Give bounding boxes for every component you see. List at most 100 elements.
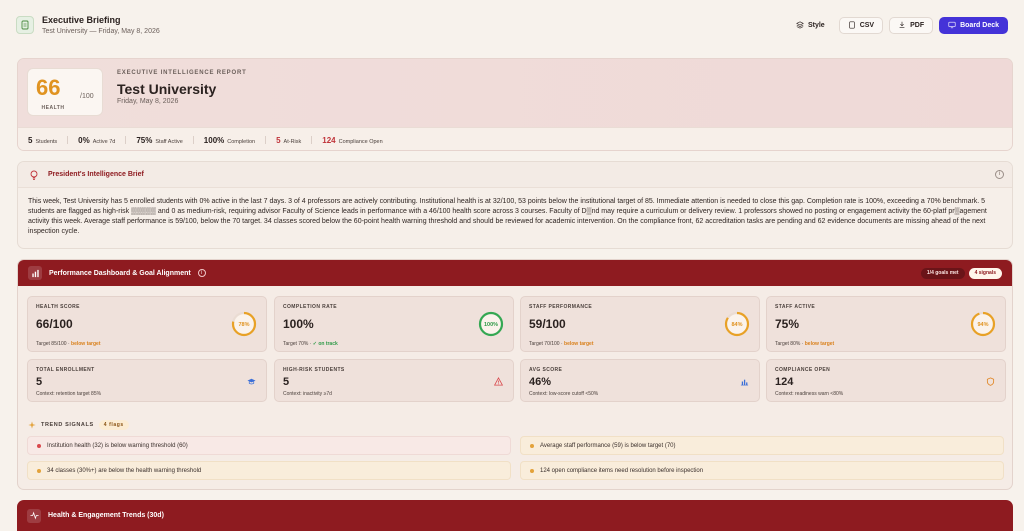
divider bbox=[265, 136, 267, 144]
trend-signals-heading: TREND SIGNALS 4 flags bbox=[28, 420, 129, 430]
style-button[interactable]: Style bbox=[788, 17, 833, 34]
stat-label: Staff Active bbox=[155, 138, 183, 145]
signal-text: 124 open compliance items need resolutio… bbox=[540, 467, 704, 474]
warning-icon bbox=[494, 377, 503, 386]
kpi-label: COMPLIANCE OPEN bbox=[775, 367, 831, 373]
progress-ring: 94% bbox=[970, 311, 996, 337]
presidents-brief-card: President's Intelligence Brief i This we… bbox=[17, 161, 1013, 249]
app-subtitle: Test University — Friday, May 8, 2026 bbox=[42, 28, 160, 35]
stat-at-risk: 5 At-Risk bbox=[276, 136, 301, 145]
executive-report-card: 66 /100 HEALTH EXECUTIVE INTELLIGENCE RE… bbox=[17, 58, 1013, 151]
shield-icon bbox=[986, 377, 995, 386]
health-score-label: HEALTH bbox=[41, 105, 65, 111]
performance-dashboard: Performance Dashboard & Goal Alignment i… bbox=[17, 259, 1013, 490]
kpi-label: STAFF PERFORMANCE bbox=[529, 304, 593, 310]
style-button-label: Style bbox=[807, 21, 825, 29]
kpi-target-status: ✓ on track bbox=[312, 341, 338, 347]
flags-badge: 4 flags bbox=[98, 420, 129, 430]
kpi-target-text: Target 80% · bbox=[775, 341, 805, 347]
report-title: Test University bbox=[117, 81, 217, 97]
stat-label: Active 7d bbox=[92, 138, 116, 145]
stat-active: 0% Active 7d bbox=[78, 136, 115, 145]
trend-signals-label: TREND SIGNALS bbox=[41, 422, 94, 428]
stat-label: Completion bbox=[227, 138, 256, 145]
info-icon[interactable]: i bbox=[197, 269, 206, 277]
kpi-target-status: below target bbox=[564, 341, 594, 347]
stat-label: At-Risk bbox=[283, 138, 302, 145]
pdf-button-label: PDF bbox=[910, 21, 925, 29]
kpi-value: 66/100 bbox=[36, 317, 73, 331]
trends-title: Health & Engagement Trends (30d) bbox=[48, 512, 164, 519]
signal-dot bbox=[37, 468, 41, 473]
document-icon bbox=[16, 16, 34, 34]
kpi-value: 5 bbox=[36, 376, 43, 388]
ring-text: 84% bbox=[731, 322, 742, 328]
brief-header[interactable]: President's Intelligence Brief i bbox=[18, 162, 1012, 188]
kpi-label: AVG SCORE bbox=[529, 367, 563, 373]
info-icon[interactable]: i bbox=[995, 170, 1004, 179]
divider bbox=[125, 136, 127, 144]
trend-signal[interactable]: 124 open compliance items need resolutio… bbox=[520, 461, 1004, 480]
report-header: 66 /100 HEALTH EXECUTIVE INTELLIGENCE RE… bbox=[18, 59, 1012, 127]
top-actions: Style CSV PDF Board Deck bbox=[788, 16, 1008, 34]
trend-signal[interactable]: Average staff performance (59) is below … bbox=[520, 436, 1004, 455]
kpi-health-score: HEALTH SCORE 66/100 Target 85/100 · belo… bbox=[27, 296, 267, 352]
stat-compliance-open: 124 Compliance Open bbox=[322, 136, 382, 145]
stat-label: Students bbox=[35, 138, 58, 145]
app-title: Executive Briefing bbox=[42, 15, 121, 25]
bar-chart-icon bbox=[740, 379, 749, 386]
performance-title: Performance Dashboard & Goal Alignment bbox=[49, 269, 191, 277]
report-kicker: EXECUTIVE INTELLIGENCE REPORT bbox=[117, 70, 247, 76]
performance-header[interactable]: Performance Dashboard & Goal Alignment i… bbox=[18, 260, 1012, 286]
kpi-target-status: below target bbox=[71, 341, 101, 347]
kpi-context: Context: low-score cutoff <50% bbox=[529, 391, 599, 397]
kpi-context: Context: readiness warn <80% bbox=[775, 391, 844, 397]
report-date: Friday, May 8, 2026 bbox=[117, 98, 179, 105]
top-bar: Executive Briefing Test University — Fri… bbox=[0, 0, 1024, 50]
kpi-value: 100% bbox=[283, 317, 314, 331]
progress-ring: 100% bbox=[478, 311, 504, 337]
divider bbox=[311, 136, 313, 144]
kpi-value: 75% bbox=[775, 317, 800, 331]
signal-text: 34 classes (30%+) are below the health w… bbox=[47, 467, 202, 474]
kpi-target: Target 80% · below target bbox=[775, 341, 834, 347]
stat-students: 5 Students bbox=[28, 136, 57, 145]
kpi-staff-active: STAFF ACTIVE 75% Target 80% · below targ… bbox=[766, 296, 1006, 352]
goals-met-badge: 1/4 goals met bbox=[920, 267, 965, 279]
pdf-button[interactable]: PDF bbox=[889, 16, 934, 34]
stat-value: 75% bbox=[136, 135, 153, 145]
kpi-value: 46% bbox=[529, 376, 552, 388]
kpi-compliance-open: COMPLIANCE OPEN 124 Context: readiness w… bbox=[766, 359, 1006, 402]
graduation-cap-icon bbox=[247, 378, 256, 385]
stat-value: 100% bbox=[203, 135, 225, 145]
kpi-target-text: Target 70/100 · bbox=[529, 341, 565, 347]
kpi-label: STAFF ACTIVE bbox=[775, 304, 816, 310]
trend-signal[interactable]: Institution health (32) is below warning… bbox=[27, 436, 511, 455]
kpi-completion-rate: COMPLETION RATE 100% Target 70% · ✓ on t… bbox=[274, 296, 514, 352]
kpi-label: TOTAL ENROLLMENT bbox=[36, 367, 95, 373]
signal-dot bbox=[530, 443, 534, 448]
sparkle-icon bbox=[28, 421, 36, 429]
kpi-label: COMPLETION RATE bbox=[283, 304, 337, 310]
signals-badge: 4 signals bbox=[968, 267, 1002, 279]
layers-icon bbox=[796, 21, 804, 29]
kpi-context: Context: retention target 85% bbox=[36, 391, 102, 397]
kpi-label: HIGH-RISK STUDENTS bbox=[283, 367, 345, 373]
csv-button[interactable]: CSV bbox=[838, 16, 884, 34]
health-score-denominator: /100 bbox=[80, 93, 94, 100]
stat-value: 0% bbox=[78, 135, 90, 145]
board-deck-button[interactable]: Board Deck bbox=[939, 16, 1008, 34]
kpi-target-text: Target 85/100 · bbox=[36, 341, 72, 347]
kpi-staff-performance: STAFF PERFORMANCE 59/100 Target 70/100 ·… bbox=[520, 296, 760, 352]
kpi-context: Context: inactivity ≥7d bbox=[283, 391, 332, 397]
kpi-target-text: Target 70% · bbox=[283, 341, 313, 347]
health-score-value: 66 bbox=[36, 75, 61, 100]
trend-signal[interactable]: 34 classes (30%+) are below the health w… bbox=[27, 461, 511, 480]
signal-dot bbox=[37, 443, 41, 448]
signal-text: Average staff performance (59) is below … bbox=[540, 442, 676, 449]
kpi-value: 124 bbox=[775, 376, 794, 388]
stats-row: 5 Students 0% Active 7d 75% Staff Active 10… bbox=[18, 127, 1012, 150]
divider bbox=[67, 136, 69, 144]
trends-section-header[interactable]: Health & Engagement Trends (30d) bbox=[17, 500, 1013, 531]
kpi-target-status: below target bbox=[804, 341, 835, 347]
